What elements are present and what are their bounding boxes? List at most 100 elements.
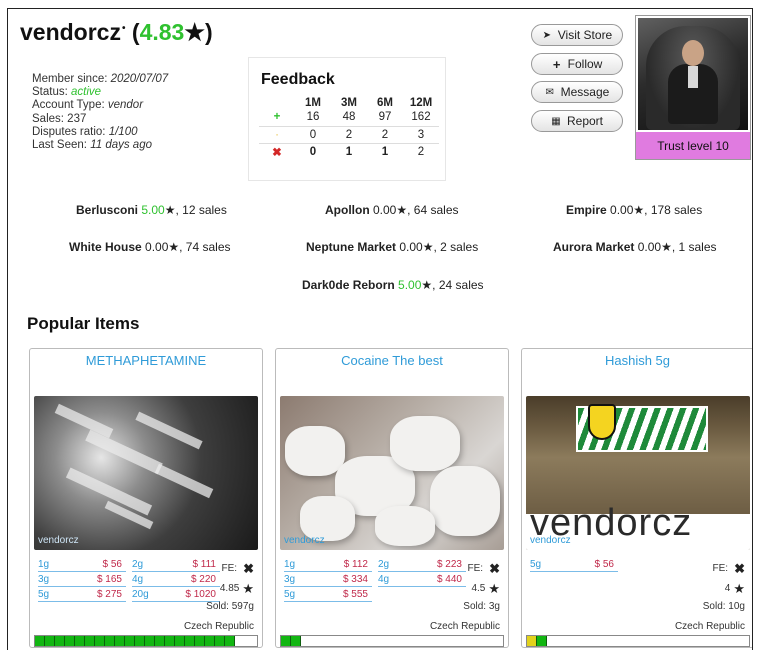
star-icon: ★: [488, 581, 500, 596]
price-quantity: 4g: [378, 574, 390, 585]
price-option[interactable]: 5g $ 275: [38, 587, 126, 602]
follow-button[interactable]: + Follow: [531, 53, 623, 75]
price-amount: $ 275: [96, 589, 122, 600]
price-quantity: 5g: [530, 559, 542, 570]
market-stat: Neptune Market 0.00★, 2 sales: [306, 240, 478, 254]
image-watermark: vendorcz: [530, 535, 571, 546]
item-title-link[interactable]: METHAPHETAMINE: [30, 353, 262, 368]
feedback-col-1m: 1M: [305, 97, 321, 109]
feedback-cell: 48: [342, 111, 356, 124]
feedback-col-3m: 3M: [341, 97, 357, 109]
market-sales: , 12 sales: [175, 203, 227, 217]
item-card[interactable]: Cocaine The best vendorcz 1g $ 112 2g $ 22…: [275, 348, 509, 648]
feedback-col-12m: 12M: [409, 97, 433, 109]
market-sales: , 74 sales: [179, 240, 231, 254]
price-quantity: 3g: [284, 574, 296, 585]
item-title-link[interactable]: Hashish 5g: [522, 353, 752, 368]
market-rating: 0.00: [373, 203, 397, 217]
trust-segment: [35, 636, 45, 646]
plus-icon: +: [552, 56, 561, 72]
neutral-icon: ·: [259, 125, 295, 143]
market-name: White House: [69, 240, 142, 254]
item-card[interactable]: Hashish 5g vendorcz vendorcz 5g $ 56 FE: ✖…: [521, 348, 752, 648]
crystal-shape: [54, 403, 114, 439]
follow-label: Follow: [567, 57, 603, 71]
powder-chunk: [285, 426, 345, 476]
item-rating-value: 4.5: [471, 583, 486, 594]
feedback-col-6m: 6M: [377, 97, 393, 109]
market-stat: Apollon 0.00★, 64 sales: [325, 203, 459, 217]
price-option[interactable]: 5g $ 555: [284, 587, 372, 602]
close-icon: ✖: [734, 561, 745, 576]
avatar-shirt: [688, 66, 698, 88]
price-quantity: 3g: [38, 574, 50, 585]
vendor-avatar: Trust level 10: [635, 15, 751, 160]
trust-segment: [75, 636, 85, 646]
status-line: Status: active: [32, 86, 168, 99]
trust-segment: [55, 636, 65, 646]
trust-segment: [125, 636, 135, 646]
trust-segment: [185, 636, 195, 646]
market-stat: White House 0.00★, 74 sales: [69, 240, 231, 254]
feedback-cell: 1: [367, 142, 403, 160]
item-image[interactable]: vendorcz vendorcz: [526, 396, 750, 550]
item-image[interactable]: vendorcz: [34, 396, 258, 550]
vendor-rating: 4.83: [139, 19, 185, 45]
item-card[interactable]: METHAPHETAMINE vendorcz 1g $ 56 2g $ 111 3…: [29, 348, 263, 648]
member-info: Member since: 2020/07/07 Status: active …: [32, 73, 168, 152]
disputes-line: Disputes ratio: 1/100: [32, 126, 168, 139]
feedback-neutral-row: · 0 2 2 3: [259, 125, 439, 143]
crystal-shape: [135, 411, 203, 450]
disputes-label: Disputes ratio:: [32, 125, 106, 138]
feedback-title: Feedback: [261, 71, 335, 88]
trust-segment: [85, 636, 95, 646]
report-icon: ▦: [551, 115, 561, 127]
member-since-value: 2020/07/07: [110, 73, 169, 85]
crystal-shape: [154, 463, 214, 499]
visit-store-button[interactable]: ➤ Visit Store: [531, 24, 623, 46]
last-seen-label: Last Seen:: [32, 139, 87, 152]
price-amount: $ 56: [594, 559, 614, 570]
feedback-header-spacer: [259, 97, 295, 109]
market-name: Aurora Market: [553, 240, 635, 254]
price-quantity: 2g: [132, 559, 144, 570]
report-button[interactable]: ▦ Report: [531, 110, 623, 132]
trust-segment: [65, 636, 75, 646]
price-quantity: 2g: [378, 559, 390, 570]
item-image[interactable]: vendorcz: [280, 396, 504, 550]
item-rating-value: 4: [724, 583, 731, 594]
account-type-line: Account Type: vendor: [32, 99, 168, 112]
market-sales: , 178 sales: [644, 203, 703, 217]
envelope-icon: ✉: [545, 86, 554, 98]
price-option[interactable]: 1g $ 112: [284, 557, 372, 572]
sales-value: 237: [67, 112, 87, 125]
item-meta: FE: ✖ 4 ★ Sold: 10g Czech Republic: [675, 561, 745, 635]
trust-segment: [105, 636, 115, 646]
feedback-cell: 2: [331, 125, 367, 143]
popular-items-heading: Popular Items: [27, 314, 140, 333]
market-rating: 0.00: [637, 240, 662, 254]
price-amount: $ 56: [102, 559, 122, 570]
price-option[interactable]: 3g $ 165: [38, 572, 126, 587]
star-icon: ★: [733, 581, 745, 596]
crystal-shape: [85, 429, 163, 475]
close-icon: ✖: [243, 561, 254, 576]
report-label: Report: [566, 114, 604, 128]
market-rating: 5.00: [141, 203, 165, 217]
price-option[interactable]: 1g $ 56: [38, 557, 126, 572]
item-title-link[interactable]: Cocaine The best: [276, 353, 508, 368]
star-icon: ★: [421, 278, 433, 292]
account-type-value: vendor: [107, 99, 144, 112]
feedback-cell: 162: [411, 111, 431, 124]
trust-segment: [215, 636, 225, 646]
fe-indicator: FE: ✖: [430, 561, 500, 577]
price-option[interactable]: 5g $ 56: [530, 557, 618, 572]
price-option[interactable]: 3g $ 334: [284, 572, 372, 587]
market-name: Apollon: [325, 203, 370, 217]
member-since-label: Member since:: [32, 73, 108, 85]
feedback-positive-row: + 16 48 97 162: [259, 109, 439, 126]
star-icon: ★: [168, 240, 180, 254]
price-amount: $ 555: [342, 589, 368, 600]
last-seen-line: Last Seen: 11 days ago: [32, 139, 168, 152]
message-button[interactable]: ✉ Message: [531, 81, 623, 103]
